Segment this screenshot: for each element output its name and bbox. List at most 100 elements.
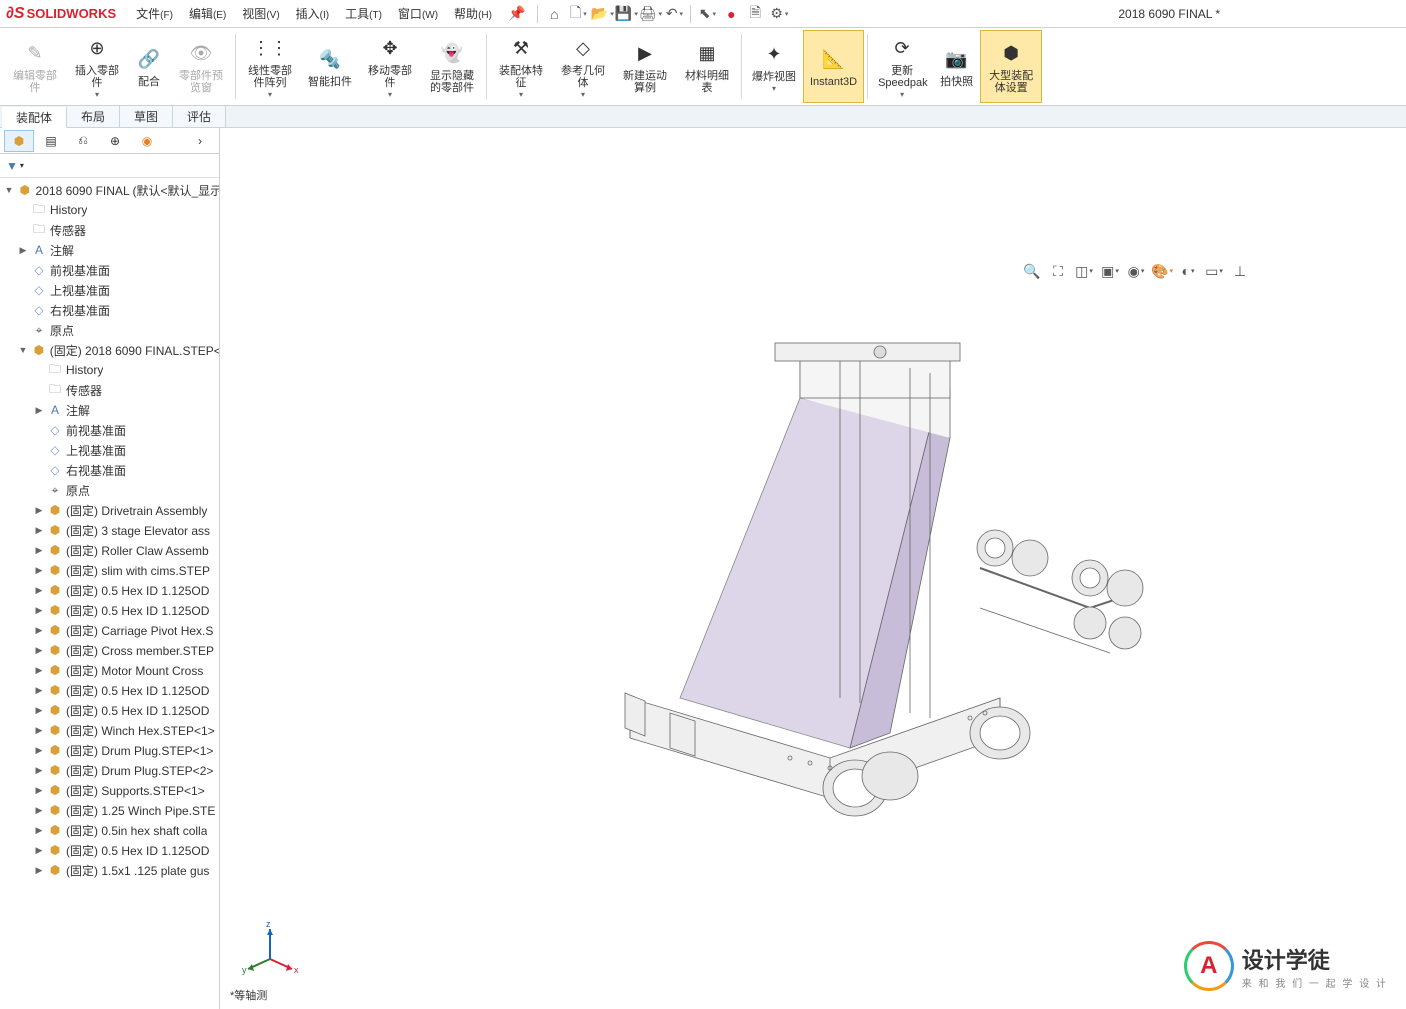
menu-帮助[interactable]: 帮助(H): [446, 7, 500, 21]
fm-tab-tree[interactable]: ⬢: [4, 130, 34, 152]
fm-tab-config[interactable]: ⎌: [68, 130, 98, 152]
expand-icon[interactable]: ▶: [34, 585, 44, 596]
home-icon[interactable]: ⌂: [543, 3, 565, 25]
orientation-triad[interactable]: x y z: [240, 919, 300, 979]
expand-icon[interactable]: ▶: [34, 625, 44, 636]
appearance-icon[interactable]: ▭: [1202, 260, 1226, 282]
expand-icon[interactable]: ▶: [34, 525, 44, 536]
tree-item[interactable]: ▶⬢(固定) Drum Plug.STEP<1>: [0, 740, 219, 760]
tree-item[interactable]: ▶⬢(固定) 0.5 Hex ID 1.125OD: [0, 700, 219, 720]
tree-item[interactable]: 🗀History: [0, 200, 219, 220]
update-speedpak-button[interactable]: ⟳更新Speedpak▾: [871, 30, 933, 103]
expand-icon[interactable]: ▶: [34, 705, 44, 716]
expand-icon[interactable]: ▶: [34, 725, 44, 736]
exploded-view-button[interactable]: ✦爆炸视图▾: [745, 30, 803, 103]
options-icon[interactable]: ⚙: [768, 3, 790, 25]
tree-item[interactable]: ▶⬢(固定) 0.5 Hex ID 1.125OD: [0, 680, 219, 700]
tree-item[interactable]: ◇右视基准面: [0, 300, 219, 320]
tree-item[interactable]: ▶⬢(固定) Motor Mount Cross: [0, 660, 219, 680]
tree-item[interactable]: ▼⬢(固定) 2018 6090 FINAL.STEP<: [0, 340, 219, 360]
assembly-features-button[interactable]: ⚒装配体特征▾: [490, 30, 552, 103]
expand-icon[interactable]: ▶: [34, 745, 44, 756]
tree-item[interactable]: ▶⬢(固定) Cross member.STEP: [0, 640, 219, 660]
fm-collapse[interactable]: ›: [185, 130, 215, 152]
component-preview-button[interactable]: 👁零部件预览窗: [170, 30, 232, 103]
expand-icon[interactable]: ▶: [34, 805, 44, 816]
tree-item[interactable]: ▶⬢(固定) 1.25 Winch Pipe.STE: [0, 800, 219, 820]
rebuild-icon[interactable]: ●: [720, 3, 742, 25]
expand-icon[interactable]: ▶: [34, 605, 44, 616]
print-icon[interactable]: 🖨: [639, 3, 661, 25]
tree-item[interactable]: 🗀History: [0, 360, 219, 380]
new-motion-study-button[interactable]: ▶新建运动算例: [614, 30, 676, 103]
expand-icon[interactable]: ▶: [34, 845, 44, 856]
graphics-viewport[interactable]: 🔍 ⛶ ◫ ▣ ◉ 🎨 ◐ ▭ ⊥: [220, 128, 1406, 1009]
undo-icon[interactable]: ↶: [663, 3, 685, 25]
save-icon[interactable]: 💾: [615, 3, 637, 25]
fm-tab-dimxpert[interactable]: ⊕: [100, 130, 130, 152]
file-props-icon[interactable]: 🗎: [744, 3, 766, 25]
expand-icon[interactable]: ▼: [18, 345, 28, 355]
expand-icon[interactable]: ▶: [34, 545, 44, 556]
tree-item[interactable]: ▶⬢(固定) Supports.STEP<1>: [0, 780, 219, 800]
expand-icon[interactable]: ▶: [34, 825, 44, 836]
move-component-button[interactable]: ✥移动零部件▾: [359, 30, 421, 103]
smart-fasteners-button[interactable]: 🔩智能扣件: [301, 30, 359, 103]
expand-icon[interactable]: ▶: [34, 665, 44, 676]
tree-item[interactable]: ▶⬢(固定) 0.5in hex shaft colla: [0, 820, 219, 840]
tab-草图[interactable]: 草图: [120, 106, 173, 127]
expand-icon[interactable]: ▶: [34, 645, 44, 656]
tree-item[interactable]: ▶⬢(固定) slim with cims.STEP: [0, 560, 219, 580]
insert-component-button[interactable]: ⊕插入零部件▾: [66, 30, 128, 103]
open-icon[interactable]: 📂: [591, 3, 613, 25]
mate-button[interactable]: 🔗配合: [128, 30, 170, 103]
tree-item[interactable]: ▶⬢(固定) 0.5 Hex ID 1.125OD: [0, 840, 219, 860]
menu-视图[interactable]: 视图(V): [234, 7, 287, 21]
tree-item[interactable]: ▶⬢(固定) 0.5 Hex ID 1.125OD: [0, 600, 219, 620]
tree-root[interactable]: ▼ ⬢ 2018 6090 FINAL (默认<默认_显示: [0, 180, 219, 200]
tab-布局[interactable]: 布局: [67, 106, 120, 127]
tree-item[interactable]: ▶⬢(固定) 3 stage Elevator ass: [0, 520, 219, 540]
fm-filter-bar[interactable]: ▼ ▾: [0, 154, 219, 178]
tree-item[interactable]: ▶⬢(固定) Carriage Pivot Hex.S: [0, 620, 219, 640]
select-icon[interactable]: ⬉: [696, 3, 718, 25]
large-assembly-button[interactable]: ⬢大型装配体设置: [980, 30, 1042, 103]
expand-icon[interactable]: ▶: [34, 785, 44, 796]
tree-item[interactable]: ▶A注解: [0, 240, 219, 260]
edit-scene-icon[interactable]: ⊥: [1228, 260, 1252, 282]
bom-button[interactable]: ▦材料明细表: [676, 30, 738, 103]
linear-pattern-button[interactable]: ⋮⋮线性零部件阵列▾: [239, 30, 301, 103]
pin-icon[interactable]: 📌: [508, 5, 525, 22]
new-icon[interactable]: 🗋: [567, 3, 589, 25]
tree-item[interactable]: ◇上视基准面: [0, 280, 219, 300]
tab-评估[interactable]: 评估: [173, 106, 226, 127]
menu-插入[interactable]: 插入(I): [288, 7, 337, 21]
expand-icon[interactable]: ▶: [34, 405, 44, 416]
tree-item[interactable]: ⌖原点: [0, 480, 219, 500]
tree-item[interactable]: ◇右视基准面: [0, 460, 219, 480]
tree-item[interactable]: ▶⬢(固定) Roller Claw Assemb: [0, 540, 219, 560]
expand-icon[interactable]: ▶: [34, 685, 44, 696]
collapse-icon[interactable]: ▼: [4, 185, 14, 195]
menu-编辑[interactable]: 编辑(E): [181, 7, 234, 21]
menu-文件[interactable]: 文件(F): [128, 7, 181, 21]
tree-item[interactable]: ▶⬢(固定) 0.5 Hex ID 1.125OD: [0, 580, 219, 600]
expand-icon[interactable]: ▶: [18, 245, 28, 256]
tree-item[interactable]: 🗀传感器: [0, 380, 219, 400]
tree-item[interactable]: ▶⬢(固定) Winch Hex.STEP<1>: [0, 720, 219, 740]
expand-icon[interactable]: ▶: [34, 865, 44, 876]
fm-tab-display[interactable]: ◉: [132, 130, 162, 152]
scene-icon[interactable]: ◐: [1176, 260, 1200, 282]
reference-geometry-button[interactable]: ◇参考几何体▾: [552, 30, 614, 103]
tree-item[interactable]: ▶⬢(固定) 1.5x1 .125 plate gus: [0, 860, 219, 880]
fm-tab-property[interactable]: ▤: [36, 130, 66, 152]
edit-component-button[interactable]: ✎编辑零部件: [4, 30, 66, 103]
expand-icon[interactable]: ▶: [34, 565, 44, 576]
menu-窗口[interactable]: 窗口(W): [390, 7, 446, 21]
take-snapshot-button[interactable]: 📷拍快照: [933, 30, 980, 103]
tree-item[interactable]: ◇前视基准面: [0, 260, 219, 280]
tree-item[interactable]: ▶A注解: [0, 400, 219, 420]
tree-item[interactable]: 🗀传感器: [0, 220, 219, 240]
tree-item[interactable]: ▶⬢(固定) Drum Plug.STEP<2>: [0, 760, 219, 780]
show-hidden-button[interactable]: 👻显示隐藏的零部件: [421, 30, 483, 103]
